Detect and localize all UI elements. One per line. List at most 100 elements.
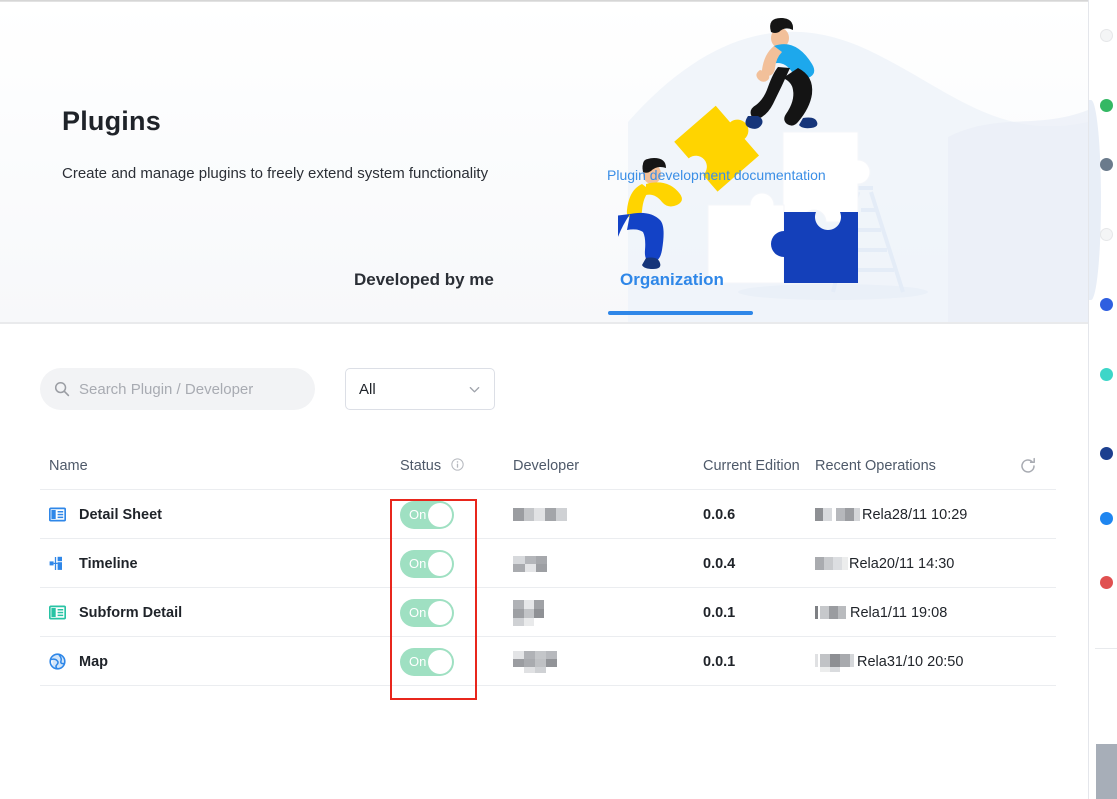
edition-value: 0.0.1 bbox=[703, 653, 736, 670]
cell-developer bbox=[513, 490, 575, 539]
tab-active-indicator bbox=[608, 311, 753, 315]
developer-redacted bbox=[513, 507, 567, 521]
status-toggle[interactable]: On bbox=[400, 500, 454, 529]
rail-icon-4[interactable] bbox=[1100, 228, 1113, 241]
plugin-docs-link[interactable]: Plugin development documentation bbox=[607, 167, 826, 183]
right-sidebar-rail bbox=[1088, 0, 1117, 799]
table-row[interactable]: Timeline On 0.0.4 Rela20/11 14:30 bbox=[40, 539, 1056, 588]
table-row[interactable]: Map On 0.0.1 Rela31/10 20:50 bbox=[40, 637, 1056, 686]
plugin-name: Detail Sheet bbox=[79, 506, 162, 523]
header-current-edition: Current Edition bbox=[703, 458, 800, 474]
developer-redacted bbox=[513, 555, 547, 572]
rail-icon-9[interactable] bbox=[1100, 576, 1113, 589]
search-input[interactable] bbox=[79, 380, 301, 398]
cell-status: On bbox=[400, 637, 454, 686]
table-row[interactable]: Subform Detail On 0.0.1 Rela1/11 19:08 bbox=[40, 588, 1056, 637]
developer-redacted bbox=[513, 599, 544, 626]
operator-redacted bbox=[815, 605, 846, 619]
rail-icon-6[interactable] bbox=[1100, 368, 1113, 381]
status-toggle-knob bbox=[428, 600, 452, 625]
map-icon bbox=[49, 653, 66, 670]
search-icon bbox=[54, 381, 70, 397]
cell-edition: 0.0.4 bbox=[703, 539, 735, 588]
cell-operations: Rela31/10 20:50 bbox=[815, 637, 963, 686]
cell-name: Subform Detail bbox=[49, 588, 182, 637]
plugin-name: Subform Detail bbox=[79, 604, 183, 621]
type-filter-value: All bbox=[359, 380, 376, 398]
edition-value: 0.0.4 bbox=[703, 555, 736, 572]
cell-status: On bbox=[400, 490, 454, 539]
operation-text: Rela1/11 19:08 bbox=[850, 604, 948, 621]
table-header-row: Name Status Developer Current Edition Re… bbox=[40, 442, 1056, 490]
main-panel: Plugins Create and manage plugins to fre… bbox=[0, 2, 1088, 799]
operator-redacted bbox=[815, 507, 860, 521]
hero-divider bbox=[0, 322, 1088, 324]
status-toggle-label: On bbox=[409, 654, 427, 669]
edition-value: 0.0.6 bbox=[703, 506, 736, 523]
status-toggle-knob bbox=[428, 649, 452, 674]
type-filter-select[interactable]: All bbox=[345, 368, 495, 410]
header-developer: Developer bbox=[513, 458, 580, 474]
operator-redacted bbox=[815, 556, 848, 570]
table-row[interactable]: Detail Sheet On 0.0.6 Rela28/11 10:29 bbox=[40, 490, 1056, 539]
chevron-down-icon bbox=[469, 386, 480, 392]
cell-edition: 0.0.1 bbox=[703, 637, 735, 686]
plugin-name: Timeline bbox=[79, 555, 138, 572]
tab-developed-by-me[interactable]: Developed by me bbox=[354, 270, 494, 290]
cell-developer bbox=[513, 539, 561, 588]
search-plugin-box[interactable] bbox=[40, 368, 315, 410]
cell-status: On bbox=[400, 539, 454, 588]
rail-icon-3[interactable] bbox=[1100, 158, 1113, 171]
tab-bar: Developed by me Organization bbox=[0, 270, 1088, 324]
header-status-label: Status bbox=[400, 458, 442, 474]
header-recent-operations: Recent Operations bbox=[815, 458, 936, 474]
header-name: Name bbox=[49, 458, 88, 474]
timeline-icon bbox=[49, 556, 62, 570]
cell-name: Map bbox=[49, 637, 108, 686]
status-toggle[interactable]: On bbox=[400, 549, 454, 578]
plugins-table: Name Status Developer Current Edition Re… bbox=[40, 442, 1056, 686]
cell-developer bbox=[513, 637, 563, 686]
page-title: Plugins bbox=[62, 106, 161, 136]
edition-value: 0.0.1 bbox=[703, 604, 736, 621]
cell-operations: Rela20/11 14:30 bbox=[815, 539, 954, 588]
status-toggle-label: On bbox=[409, 556, 427, 571]
operation-text: Rela20/11 14:30 bbox=[849, 555, 955, 572]
operation-text: Rela31/10 20:50 bbox=[857, 653, 964, 670]
status-toggle-label: On bbox=[409, 605, 427, 620]
cell-edition: 0.0.1 bbox=[703, 588, 735, 637]
status-toggle[interactable]: On bbox=[400, 598, 454, 627]
hero-banner: Plugins Create and manage plugins to fre… bbox=[0, 2, 1088, 324]
status-toggle-label: On bbox=[409, 507, 427, 522]
operator-redacted bbox=[815, 653, 854, 672]
plugin-name: Map bbox=[79, 653, 108, 670]
status-toggle[interactable]: On bbox=[400, 647, 454, 676]
cell-edition: 0.0.6 bbox=[703, 490, 735, 539]
tab-organization[interactable]: Organization bbox=[620, 270, 724, 290]
header-status: Status bbox=[400, 458, 464, 474]
refresh-icon[interactable] bbox=[1018, 456, 1038, 476]
cell-developer bbox=[513, 588, 553, 637]
info-icon[interactable] bbox=[451, 458, 464, 471]
plugins-page: Plugins Create and manage plugins to fre… bbox=[0, 0, 1117, 799]
cell-operations: Rela28/11 10:29 bbox=[815, 490, 967, 539]
rail-icon-1[interactable] bbox=[1100, 29, 1113, 42]
rail-background-blob bbox=[1089, 100, 1101, 300]
detail-sheet-icon bbox=[49, 507, 66, 522]
rail-icon-8[interactable] bbox=[1100, 512, 1113, 525]
cell-name: Timeline bbox=[49, 539, 138, 588]
cell-status: On bbox=[400, 588, 454, 637]
rail-divider bbox=[1095, 648, 1117, 649]
developer-redacted bbox=[513, 650, 557, 673]
subform-detail-icon bbox=[49, 605, 66, 620]
rail-icon-7[interactable] bbox=[1100, 447, 1113, 460]
cell-operations: Rela1/11 19:08 bbox=[815, 588, 947, 637]
operation-text: Rela28/11 10:29 bbox=[862, 506, 968, 523]
status-toggle-knob bbox=[428, 502, 452, 527]
page-subtitle: Create and manage plugins to freely exte… bbox=[62, 165, 489, 182]
vertical-scrollbar-thumb[interactable] bbox=[1096, 744, 1117, 799]
cell-name: Detail Sheet bbox=[49, 490, 162, 539]
status-toggle-knob bbox=[428, 551, 452, 576]
rail-icon-2[interactable] bbox=[1100, 99, 1113, 112]
rail-icon-5[interactable] bbox=[1100, 298, 1113, 311]
